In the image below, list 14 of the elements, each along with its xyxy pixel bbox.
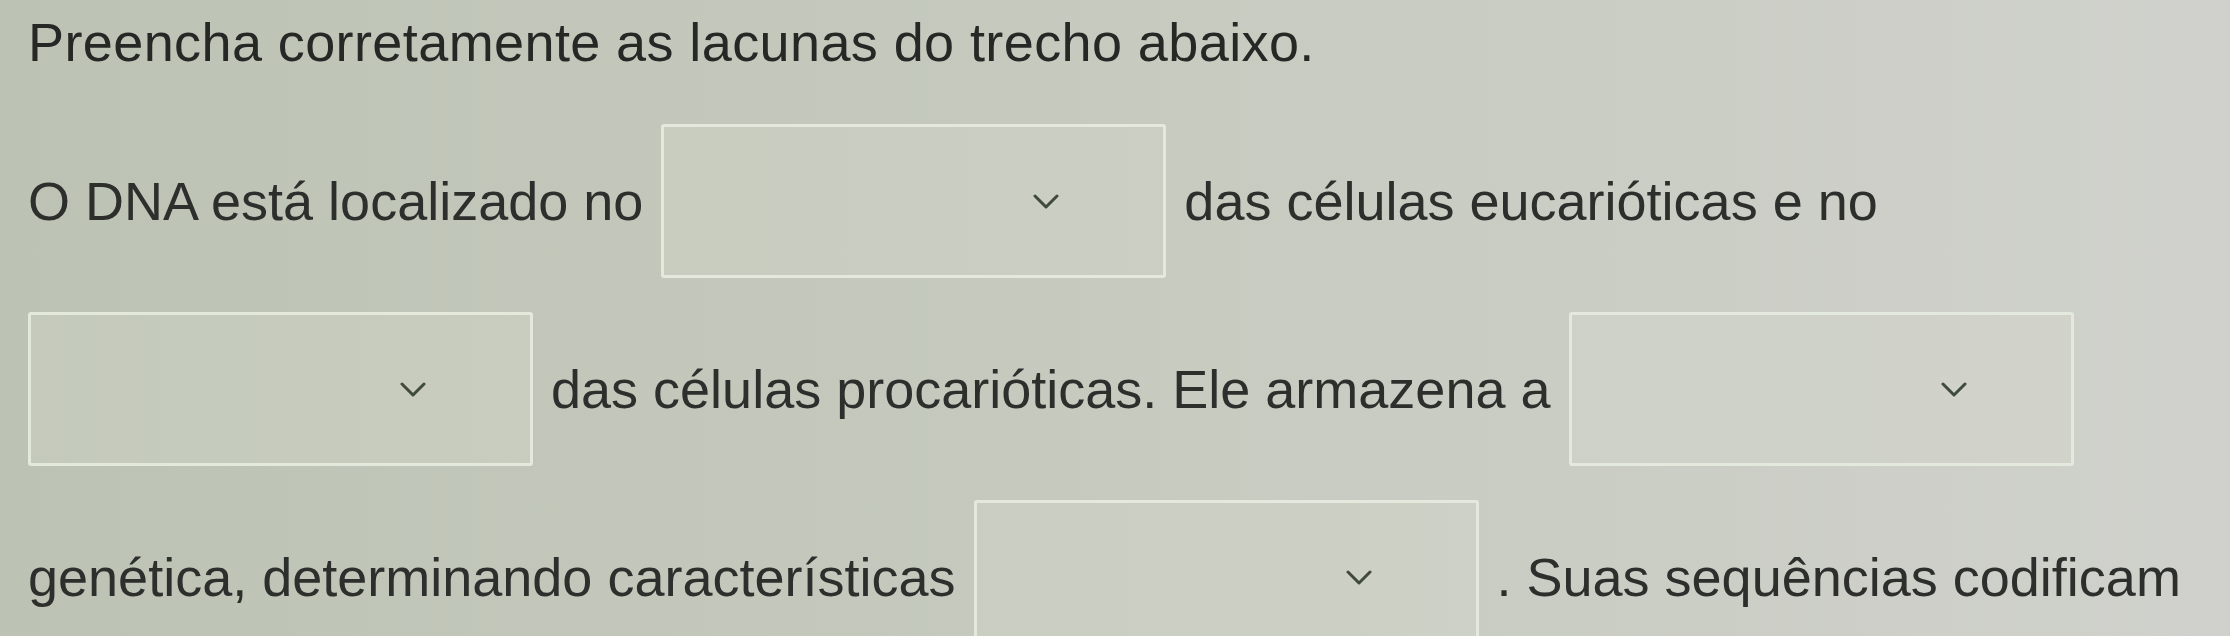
passage-text: das células procarióticas. Ele armazena a	[551, 358, 1551, 421]
chevron-down-icon	[1345, 569, 1372, 585]
answer-dropdown[interactable]	[973, 500, 1479, 636]
chevron-down-icon	[1940, 381, 1967, 397]
instruction-text: Preencha corretamente as lacunas do trecho abaixo.	[28, 11, 1315, 74]
passage-text: genética, determinando características	[28, 546, 956, 609]
answer-dropdown[interactable]	[28, 312, 533, 466]
chevron-down-icon	[1033, 193, 1060, 209]
chevron-down-icon	[400, 381, 426, 397]
answer-dropdown[interactable]	[661, 124, 1167, 278]
passage-text: O DNA está localizado no	[28, 170, 644, 233]
answer-dropdown[interactable]	[1568, 312, 2074, 466]
passage-text: . Suas sequências codificam	[1496, 546, 2181, 609]
passage-text: das células eucarióticas e no	[1184, 170, 1878, 233]
